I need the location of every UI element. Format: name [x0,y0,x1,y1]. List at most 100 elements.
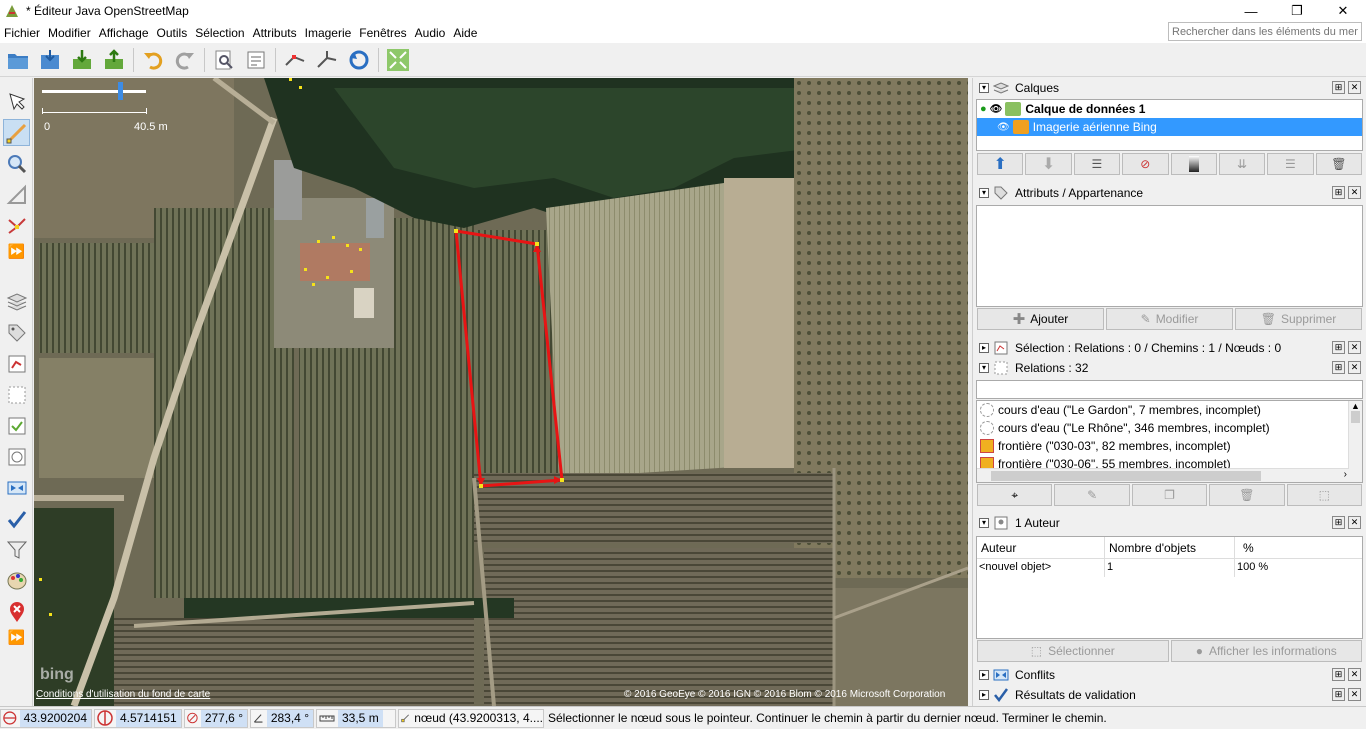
menu-search-input[interactable] [1168,22,1362,41]
split-way-button[interactable] [281,46,309,74]
conflicts-panel-header[interactable]: ▸ Conflits ⊞ ✕ [975,665,1365,685]
vertical-scrollbar[interactable]: ▲ [1348,401,1362,482]
move-down-button[interactable]: ⬇ [1025,153,1072,175]
show-author-info-button[interactable]: ● Afficher les informations [1170,640,1362,662]
collapse-toggle-icon[interactable]: ▾ [979,188,989,198]
expand-toggle-icon[interactable]: ▸ [979,343,989,353]
menu-aide[interactable]: Aide [449,26,481,40]
activate-layer-button[interactable]: ☰ [1073,153,1121,175]
menu-fichier[interactable]: Fichier [0,26,44,40]
collapse-toggle-icon[interactable]: ▾ [979,518,989,528]
column-header-count[interactable]: Nombre d'objets [1105,537,1235,558]
menu-imagerie[interactable]: Imagerie [301,26,356,40]
download-button[interactable] [68,46,96,74]
hide-layer-button[interactable]: ⊘ [1122,153,1169,175]
authors-panel-header[interactable]: ▾ 1 Auteur ⊞ ✕ [975,513,1365,533]
collapse-toggle-icon[interactable]: ▾ [979,83,989,93]
save-button[interactable] [36,46,64,74]
edit-tag-button[interactable]: ✎ Modifier [1106,308,1233,330]
close-icon[interactable]: ✕ [1348,341,1361,354]
notes-panel-toggle[interactable] [3,598,30,625]
add-tag-button[interactable]: ✚ Ajouter [977,308,1104,330]
minimize-button[interactable]: — [1228,0,1274,22]
merge-layer-button[interactable]: ⇊ [1218,153,1266,175]
select-relation-button[interactable]: ⬚ [1286,484,1363,506]
table-row[interactable]: <nouvel objet> 1 100 % [977,559,1362,577]
menu-fenetres[interactable]: Fenêtres [355,26,410,40]
pin-icon[interactable]: ⊞ [1332,341,1345,354]
delete-tool[interactable] [3,181,30,208]
selection-panel-header[interactable]: ▸ Sélection : Relations : 0 / Chemins : … [975,338,1365,358]
map-view[interactable]: 0 40.5 m bing Conditions d'utilisation d… [34,78,968,706]
layer-item-bing[interactable]: 👁 Imagerie aérienne Bing [977,118,1362,136]
delete-tag-button[interactable]: 🗑 Supprimer [1235,308,1362,330]
attributes-panel-header[interactable]: ▾ Attributs / Appartenance ⊞ ✕ [975,183,1365,203]
commands-panel-toggle[interactable] [3,412,30,439]
menu-affichage[interactable]: Affichage [95,26,153,40]
selection-panel-toggle[interactable] [3,350,30,377]
improve-way-tool[interactable] [3,212,30,239]
edit-relation-button[interactable]: ✎ [1054,484,1130,506]
relations-panel-toggle[interactable] [3,381,30,408]
visibility-eye-icon[interactable]: 👁 [990,104,1003,115]
column-header-percent[interactable]: % [1235,537,1362,558]
upload-button[interactable] [100,46,128,74]
filter-panel-toggle[interactable] [3,536,30,563]
maximize-button[interactable]: ❐ [1274,0,1320,22]
more-panels-toggle[interactable]: ⏩ [3,627,30,647]
expand-toggle-icon[interactable]: ▸ [979,670,989,680]
move-up-button[interactable]: ⬆ [977,153,1024,175]
horizontal-scrollbar[interactable]: › [977,468,1349,482]
conflicts-panel-toggle[interactable] [3,474,30,501]
scale-bar[interactable]: 0 40.5 m [42,82,168,133]
relation-item[interactable]: frontière ("030-03", 82 membres, incompl… [977,437,1362,455]
menu-attributs[interactable]: Attributs [249,26,301,40]
delete-layer-button[interactable]: 🗑 [1315,153,1362,175]
history-panel-toggle[interactable] [3,443,30,470]
collapse-toggle-icon[interactable]: ▾ [979,363,989,373]
menu-audio[interactable]: Audio [411,26,450,40]
delete-relation-button[interactable]: 🗑 [1209,484,1285,506]
tags-button[interactable] [242,46,270,74]
close-icon[interactable]: ✕ [1348,668,1361,681]
expand-toggle-icon[interactable]: ▸ [979,690,989,700]
close-icon[interactable]: ✕ [1348,516,1361,529]
close-icon[interactable]: ✕ [1348,81,1361,94]
validation-panel-toggle[interactable] [3,505,30,532]
attributes-table[interactable] [976,205,1363,307]
relation-item[interactable]: cours d'eau ("Le Rhône", 346 membres, in… [977,419,1362,437]
tags-panel-toggle[interactable] [3,319,30,346]
open-file-button[interactable] [4,46,32,74]
pin-icon[interactable]: ⊞ [1332,516,1345,529]
close-icon[interactable]: ✕ [1348,186,1361,199]
duplicate-layer-button[interactable]: ☰ [1267,153,1314,175]
column-header-author[interactable]: Auteur [977,537,1105,558]
relations-panel-header[interactable]: ▾ Relations : 32 ⊞ ✕ [975,358,1365,378]
close-button[interactable]: ✕ [1320,0,1366,22]
preferences-button[interactable] [210,46,238,74]
layer-item-data[interactable]: ● 👁 Calque de données 1 [977,100,1362,118]
relation-item[interactable]: cours d'eau ("Le Gardon", 7 membres, inc… [977,401,1362,419]
pin-icon[interactable]: ⊞ [1332,668,1345,681]
opacity-button[interactable] [1170,153,1217,175]
pin-icon[interactable]: ⊞ [1332,81,1345,94]
visibility-eye-icon[interactable]: 👁 [997,122,1010,133]
menu-selection[interactable]: Sélection [191,26,248,40]
relations-filter-input[interactable] [976,380,1363,399]
undo-button[interactable] [139,46,167,74]
draw-tool[interactable] [3,119,30,146]
layers-panel-toggle[interactable] [3,288,30,315]
pin-icon[interactable]: ⊞ [1332,688,1345,701]
close-icon[interactable]: ✕ [1348,688,1361,701]
select-relation-members-button[interactable]: ⌖ [977,484,1053,506]
more-tools-toggle[interactable]: ⏩ [3,241,30,261]
pin-icon[interactable]: ⊞ [1332,361,1345,374]
zoom-tool[interactable] [3,150,30,177]
validation-panel-header[interactable]: ▸ Résultats de validation ⊞ ✕ [975,685,1365,705]
menu-outils[interactable]: Outils [153,26,192,40]
menu-modifier[interactable]: Modifier [44,26,95,40]
redo-button[interactable] [171,46,199,74]
zoom-to-fit-button[interactable] [384,46,412,74]
combine-way-button[interactable] [313,46,341,74]
select-author-objects-button[interactable]: ⬚ Sélectionner [977,640,1169,662]
